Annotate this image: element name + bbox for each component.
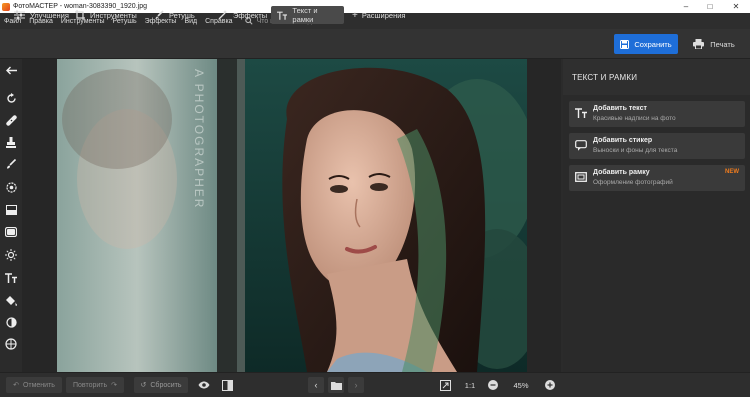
gradient-filter-icon[interactable] [4, 203, 18, 217]
text-tool-icon[interactable] [4, 271, 18, 285]
fit-to-screen-icon[interactable] [437, 377, 453, 393]
tab-effects[interactable]: Эффекты [212, 6, 273, 24]
print-button[interactable]: Печать [684, 34, 744, 54]
tab-label: Эффекты [233, 10, 268, 20]
printer-icon [693, 39, 705, 49]
compare-icon[interactable] [219, 377, 235, 393]
reset-label: Сбросить [150, 381, 182, 389]
undo-button[interactable]: ↶ Отменить [6, 377, 62, 393]
tab-retouch[interactable]: Ретушь [148, 6, 201, 24]
eye-icon[interactable] [196, 377, 212, 393]
vignette-icon[interactable] [4, 225, 18, 239]
tab-tools[interactable]: Инструменты [69, 6, 143, 24]
text-icon [277, 11, 288, 20]
card-title: Добавить стикер [593, 137, 653, 144]
save-label: Сохранить [634, 39, 672, 49]
card-subtitle: Красивые надписи на фото [593, 115, 676, 122]
back-arrow-icon[interactable] [4, 63, 18, 77]
sun-icon[interactable] [4, 248, 18, 262]
brush-icon [155, 10, 164, 19]
print-label: Печать [710, 39, 735, 49]
tab-label: Ретушь [169, 10, 195, 20]
zoom-in-icon[interactable] [542, 377, 558, 393]
paint-bucket-icon[interactable] [4, 293, 18, 307]
frame-icon [575, 171, 587, 183]
tab-label: Улучшения [30, 10, 69, 20]
previous-photo-icon[interactable]: ‹ [308, 377, 324, 393]
undo-label: Отменить [22, 381, 55, 389]
actual-size-button[interactable]: 1:1 [460, 377, 480, 393]
color-picker-icon[interactable] [4, 315, 18, 329]
floppy-disk-icon [620, 39, 630, 49]
close-icon[interactable]: ✕ [724, 0, 748, 13]
plus-icon: + [352, 9, 358, 21]
redo-label: Повторить [72, 381, 108, 389]
tab-enhancements[interactable]: Улучшения [8, 6, 75, 24]
tab-label: Инструменты [90, 10, 137, 20]
tab-label: Расширения [361, 10, 406, 20]
rotate-icon[interactable] [4, 91, 18, 105]
redo-arrow-icon: ↷ [111, 382, 118, 389]
speech-bubble-icon [575, 139, 587, 151]
watermark-text: A PHOTOGRAPHER [192, 69, 206, 209]
redo-button[interactable]: Повторить ↷ [66, 377, 124, 393]
card-title: Добавить рамку [593, 169, 650, 176]
bandage-icon[interactable] [4, 113, 18, 127]
portrait-photo: A PHOTOGRAPHER [57, 59, 527, 372]
reset-icon: ↺ [140, 382, 147, 389]
card-subtitle: Выноски и фоны для текста [593, 147, 678, 154]
photo-preview[interactable]: A PHOTOGRAPHER [57, 59, 527, 372]
minimize-icon[interactable]: – [674, 0, 698, 13]
undo-arrow-icon: ↶ [13, 382, 19, 389]
folder-icon[interactable] [328, 377, 344, 393]
save-button[interactable]: Сохранить [614, 34, 678, 54]
add-text-card[interactable]: Добавить текст Красивые надписи на фото [569, 101, 745, 127]
panel-title: ТЕКСТ И РАМКИ [572, 73, 638, 82]
crosshair-icon[interactable] [4, 337, 18, 351]
new-badge: NEW [725, 169, 739, 175]
add-frame-card[interactable]: Добавить рамку Оформление фотографий NEW [569, 165, 745, 191]
right-panel: ТЕКСТ И РАМКИ Добавить текст Красивые на… [563, 59, 750, 372]
zoom-level: 45% [513, 380, 529, 390]
text-icon [575, 107, 587, 119]
crop-icon [75, 10, 85, 20]
stamp-icon[interactable] [4, 135, 18, 149]
zoom-out-icon[interactable] [485, 377, 501, 393]
card-subtitle: Оформление фотографий [593, 179, 673, 186]
brush-tool-icon[interactable] [4, 157, 18, 171]
radial-filter-icon[interactable] [4, 180, 18, 194]
tab-extensions[interactable]: + Расширения [346, 6, 411, 24]
card-title: Добавить текст [593, 105, 647, 112]
reset-button[interactable]: ↺ Сбросить [134, 377, 188, 393]
tab-text-frames[interactable]: Текст и рамки [271, 6, 344, 24]
sliders-icon [14, 10, 25, 20]
next-photo-icon[interactable]: › [348, 377, 364, 393]
add-sticker-card[interactable]: Добавить стикер Выноски и фоны для текст… [569, 133, 745, 159]
panel-header: ТЕКСТ И РАМКИ [563, 59, 750, 95]
tab-label: Текст и рамки [292, 6, 318, 24]
magic-wand-icon [218, 10, 227, 20]
maximize-icon[interactable]: □ [698, 0, 722, 13]
